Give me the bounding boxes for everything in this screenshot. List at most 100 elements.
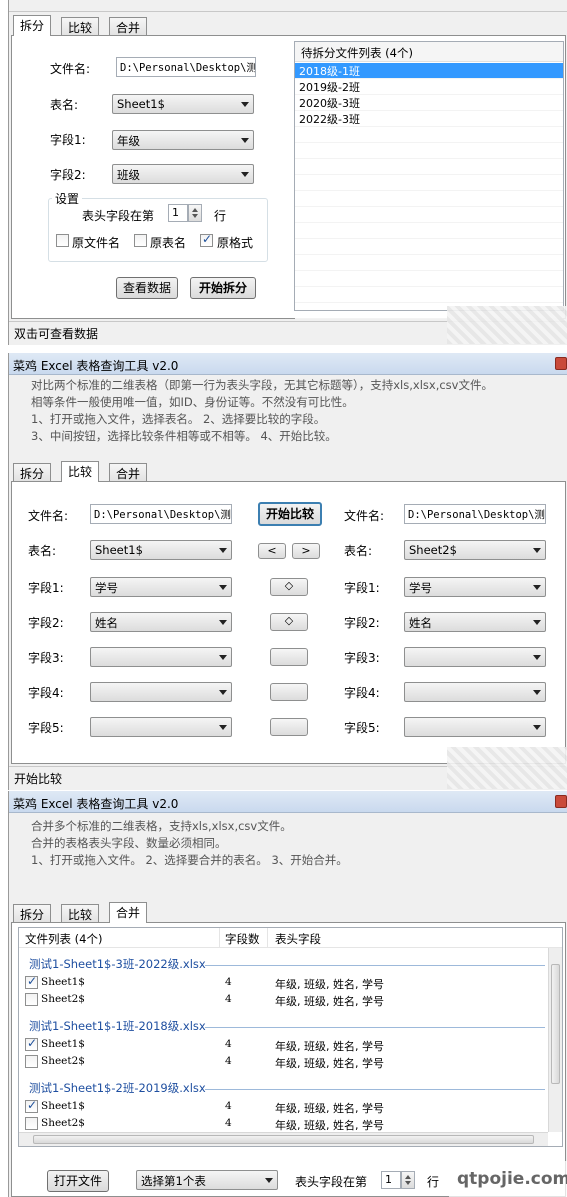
next-button[interactable]: > bbox=[292, 543, 320, 559]
tab-compare[interactable]: 比较 bbox=[61, 904, 100, 922]
prev-button[interactable]: < bbox=[258, 543, 286, 559]
split-file-list[interactable]: 待拆分文件列表 (4个) 2018级-1班 2019级-2班 2020级-3班 202… bbox=[294, 41, 564, 319]
open-file-button[interactable]: 打开文件 bbox=[47, 1170, 109, 1192]
chevron-down-icon bbox=[533, 655, 541, 660]
sheet-checkbox[interactable] bbox=[25, 1098, 38, 1113]
chevron-down-icon bbox=[533, 725, 541, 730]
condition-button[interactable]: ◇ bbox=[270, 613, 308, 631]
chevron-down-icon bbox=[533, 690, 541, 695]
left-table-select[interactable]: Sheet1$ bbox=[90, 540, 232, 560]
header-fields: 年级, 班级, 姓名, 学号 bbox=[275, 995, 384, 1008]
list-item[interactable]: 2018级-1班 bbox=[295, 63, 563, 79]
condition-button[interactable] bbox=[270, 718, 308, 736]
description: 对比两个标准的二维表格（即第一行为表头字段，无其它标题等），支持xls,xlsx… bbox=[31, 377, 493, 445]
original-filename-checkbox[interactable] bbox=[56, 234, 69, 247]
left-field-label: 字段2: bbox=[28, 616, 64, 630]
right-field-select[interactable] bbox=[404, 682, 546, 702]
desc-line-3: 1、打开或拖入文件。 2、选择要合并的表名。 3、开始合并。 bbox=[31, 853, 348, 867]
desc-line-1: 对比两个标准的二维表格（即第一行为表头字段，无其它标题等），支持xls,xlsx… bbox=[31, 378, 493, 392]
tab-merge[interactable]: 合并 bbox=[109, 463, 148, 481]
desc-line-4: 3、中间按钮，选择比较条件相等或不相等。 4、开始比较。 bbox=[31, 429, 337, 443]
close-icon[interactable] bbox=[555, 357, 567, 370]
list-empty-row bbox=[295, 287, 563, 303]
header-row-spinner[interactable] bbox=[188, 204, 202, 222]
condition-button[interactable] bbox=[270, 648, 308, 666]
tab-compare[interactable]: 比较 bbox=[61, 461, 100, 482]
sheet-checkbox[interactable] bbox=[25, 1117, 38, 1130]
left-field-select[interactable]: 姓名 bbox=[90, 612, 232, 632]
list-header: 文件列表 (4个) 字段数 表头字段 bbox=[19, 928, 562, 948]
field-count: 4 bbox=[225, 1100, 232, 1112]
header-fields: 年级, 班级, 姓名, 学号 bbox=[275, 1057, 384, 1070]
list-empty-row bbox=[295, 175, 563, 191]
chevron-down-icon bbox=[219, 690, 227, 695]
start-split-button[interactable]: 开始拆分 bbox=[190, 277, 256, 299]
condition-button[interactable]: ◇ bbox=[270, 578, 308, 596]
file-group-title[interactable]: 测试1-Sheet1$-2班-2019级.xlsx bbox=[29, 1080, 206, 1096]
group-divider bbox=[205, 1027, 545, 1028]
left-field-select[interactable] bbox=[90, 647, 232, 667]
list-empty-row bbox=[295, 271, 563, 287]
merge-file-list[interactable]: 文件列表 (4个) 字段数 表头字段 测试1-Sheet1$-3班-2022级.… bbox=[18, 927, 563, 1147]
left-field-select[interactable]: 学号 bbox=[90, 577, 232, 597]
table-select[interactable]: 选择第1个表 bbox=[136, 1170, 278, 1190]
original-tablename-checkbox[interactable] bbox=[134, 234, 147, 247]
left-field-value: 学号 bbox=[95, 581, 118, 595]
sheet-checkbox[interactable] bbox=[25, 1055, 38, 1068]
sheet-checkbox[interactable] bbox=[25, 1036, 38, 1051]
field1-select-value: 年级 bbox=[117, 134, 140, 148]
field2-select[interactable]: 班级 bbox=[112, 164, 254, 184]
left-file-field[interactable]: D:\Personal\Desktop\测试 bbox=[90, 504, 232, 524]
table-select[interactable]: Sheet1$ bbox=[112, 94, 254, 114]
file-group-title[interactable]: 测试1-Sheet1$-1班-2018级.xlsx bbox=[29, 1018, 206, 1034]
right-field-select[interactable] bbox=[404, 717, 546, 737]
list-item[interactable]: 2020级-3班 bbox=[295, 95, 563, 111]
tab-merge[interactable]: 合并 bbox=[109, 17, 148, 35]
vertical-scrollbar[interactable] bbox=[548, 948, 562, 1132]
file-path-field[interactable]: D:\Personal\Desktop\测试 bbox=[116, 57, 256, 77]
header-row-input[interactable]: 1 bbox=[381, 1171, 401, 1189]
right-table-select[interactable]: Sheet2$ bbox=[404, 540, 546, 560]
right-field-value: 姓名 bbox=[409, 616, 432, 630]
tab-split[interactable]: 拆分 bbox=[13, 463, 52, 481]
original-format-checkbox[interactable] bbox=[200, 232, 213, 247]
field1-select[interactable]: 年级 bbox=[112, 130, 254, 150]
list-item[interactable]: 2022级-3班 bbox=[295, 111, 563, 127]
window-title: 菜鸡 Excel 表格查询工具 v2.0 bbox=[13, 797, 179, 811]
right-field-select[interactable] bbox=[404, 647, 546, 667]
close-icon[interactable] bbox=[555, 795, 567, 808]
right-field-value: 学号 bbox=[409, 581, 432, 595]
tab-split[interactable]: 拆分 bbox=[13, 904, 52, 922]
desc-line-2: 相等条件一般使用唯一值，如ID、身份证等。不然没有可比性。 bbox=[31, 395, 354, 409]
tab-merge[interactable]: 合并 bbox=[109, 902, 148, 923]
condition-button[interactable] bbox=[270, 683, 308, 701]
tab-compare[interactable]: 比较 bbox=[61, 17, 100, 35]
file-group-title[interactable]: 测试1-Sheet1$-3班-2022级.xlsx bbox=[29, 956, 206, 972]
header-row-spinner[interactable] bbox=[401, 1171, 415, 1189]
scrollbar-thumb[interactable] bbox=[33, 1135, 534, 1144]
list-item[interactable]: 2019级-2班 bbox=[295, 79, 563, 95]
header-fields: 年级, 班级, 姓名, 学号 bbox=[275, 1040, 384, 1053]
left-field-select[interactable] bbox=[90, 717, 232, 737]
right-field-select[interactable]: 学号 bbox=[404, 577, 546, 597]
horizontal-scrollbar[interactable] bbox=[19, 1132, 548, 1146]
title-bar: 菜鸡 Excel 表格查询工具 v2.0 bbox=[9, 353, 567, 375]
right-field-select[interactable]: 姓名 bbox=[404, 612, 546, 632]
left-field-select[interactable] bbox=[90, 682, 232, 702]
group-divider bbox=[205, 1089, 545, 1090]
header-row-input[interactable]: 1 bbox=[168, 204, 188, 222]
start-compare-button[interactable]: 开始比较 bbox=[258, 502, 322, 526]
status-text: 双击可查看数据 bbox=[14, 327, 99, 341]
left-table-label: 表名: bbox=[28, 544, 57, 558]
sheet-checkbox[interactable] bbox=[25, 993, 38, 1006]
field2-select-value: 班级 bbox=[117, 168, 140, 182]
tab-split[interactable]: 拆分 bbox=[13, 15, 52, 36]
scrollbar-thumb[interactable] bbox=[551, 964, 560, 1084]
view-data-button[interactable]: 查看数据 bbox=[116, 277, 178, 299]
list-empty-row bbox=[295, 223, 563, 239]
table-select-value: Sheet1$ bbox=[117, 97, 165, 111]
right-file-field[interactable]: D:\Personal\Desktop\测试 bbox=[404, 504, 546, 524]
sheet-checkbox[interactable] bbox=[25, 974, 38, 989]
left-field-value: 姓名 bbox=[95, 616, 118, 630]
table-label: 表名: bbox=[50, 98, 79, 112]
